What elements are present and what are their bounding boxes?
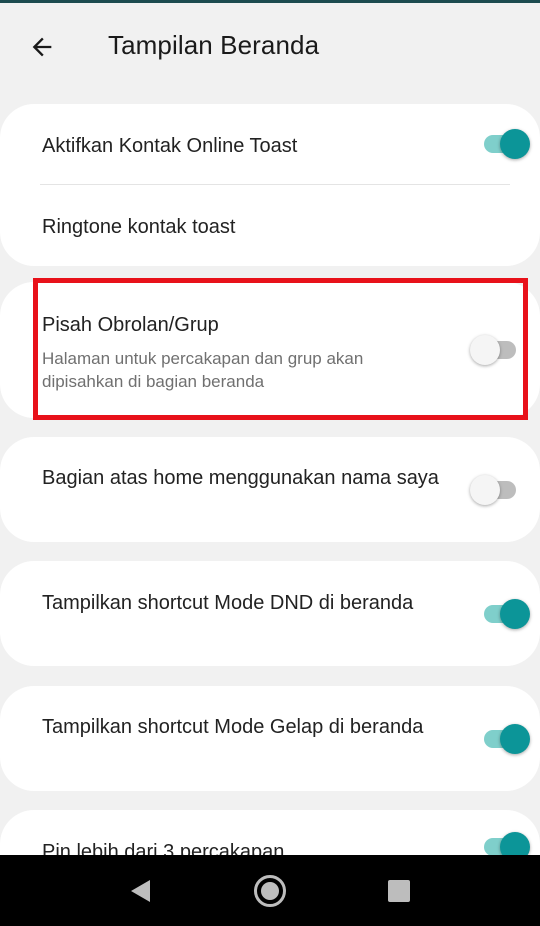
nav-back-button[interactable] (122, 873, 158, 909)
circle-home-icon (254, 875, 286, 907)
setting-title: Aktifkan Kontak Online Toast (42, 135, 298, 157)
settings-card-dnd: Tampilkan shortcut Mode DND di beranda (0, 561, 540, 666)
setting-title: Bagian atas home menggunakan nama saya (42, 467, 439, 489)
back-button[interactable] (22, 27, 62, 67)
app-bar: Tampilan Beranda (0, 3, 540, 87)
arrow-left-icon (32, 37, 52, 57)
toggle-online-toast[interactable] (482, 128, 530, 160)
nav-home-button[interactable] (252, 873, 288, 909)
system-nav-bar (0, 855, 540, 926)
setting-row-dark-mode[interactable]: Tampilkan shortcut Mode Gelap di beranda (0, 686, 540, 791)
toggle-thumb (470, 475, 500, 505)
toggle-thumb (500, 129, 530, 159)
square-recents-icon (388, 880, 410, 902)
highlight-box (33, 278, 528, 420)
setting-title: Tampilkan shortcut Mode DND di beranda (42, 592, 414, 614)
setting-row-ringtone[interactable]: Ringtone kontak toast (0, 185, 540, 265)
settings-card-notifications: Aktifkan Kontak Online Toast Ringtone ko… (0, 104, 540, 266)
toggle-thumb (500, 724, 530, 754)
settings-card-dark-mode: Tampilkan shortcut Mode Gelap di beranda (0, 686, 540, 791)
setting-title: Tampilkan shortcut Mode Gelap di beranda (42, 716, 424, 738)
setting-row-online-toast[interactable]: Aktifkan Kontak Online Toast (0, 104, 540, 184)
setting-row-dnd[interactable]: Tampilkan shortcut Mode DND di beranda (0, 561, 540, 666)
toggle-thumb (500, 599, 530, 629)
toggle-dark-mode[interactable] (482, 723, 530, 755)
settings-card-home-name: Bagian atas home menggunakan nama saya (0, 437, 540, 542)
setting-title: Ringtone kontak toast (42, 216, 236, 238)
nav-recents-button[interactable] (381, 873, 417, 909)
page-title: Tampilan Beranda (108, 30, 320, 60)
triangle-back-icon (131, 880, 150, 902)
setting-row-home-name[interactable]: Bagian atas home menggunakan nama saya (0, 437, 540, 542)
toggle-dnd[interactable] (482, 598, 530, 630)
toggle-home-name[interactable] (470, 474, 518, 506)
